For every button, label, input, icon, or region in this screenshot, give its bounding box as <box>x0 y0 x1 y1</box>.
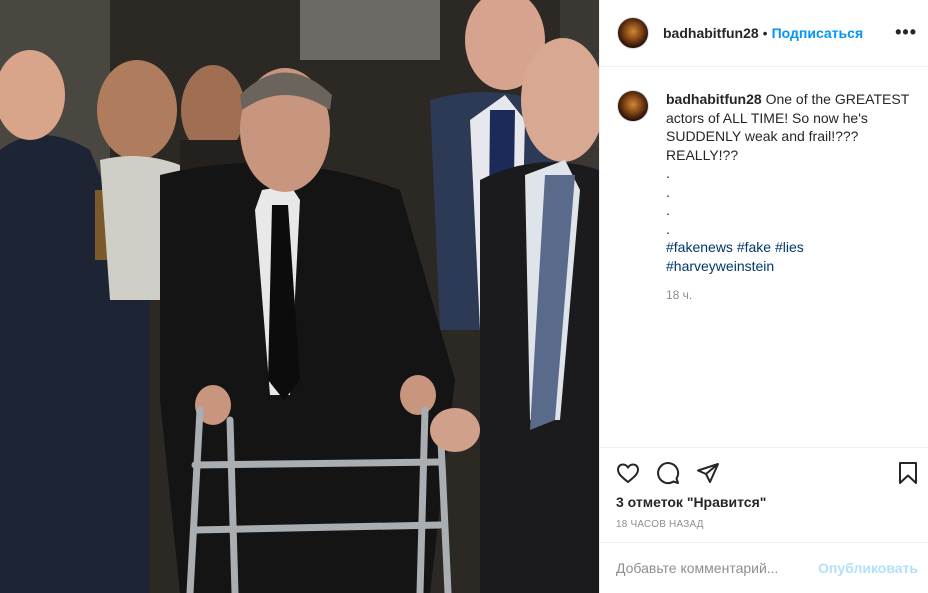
caption-text: badhabitfun28 One of the GREATEST actors… <box>666 90 911 305</box>
hashtag-link[interactable]: #fake <box>737 239 771 255</box>
caption-line-1: One of the GREATEST <box>765 91 910 107</box>
caption-time[interactable]: 18 ч. <box>666 286 911 305</box>
comment-icon[interactable] <box>656 461 680 485</box>
hashtag-link[interactable]: #lies <box>775 239 804 255</box>
hashtags-line-2: #harveyweinstein <box>666 257 911 276</box>
caption-dot: . <box>666 165 670 181</box>
username-link[interactable]: badhabitfun28 <box>663 25 759 41</box>
post-caption: badhabitfun28 One of the GREATEST actors… <box>617 90 917 305</box>
post-photo[interactable] <box>0 0 599 593</box>
follow-button[interactable]: Подписаться <box>772 25 864 41</box>
hashtags-line-1: #fakenews #fake #lies <box>666 238 911 257</box>
hashtag-link[interactable]: #fakenews <box>666 239 733 255</box>
post-header: badhabitfun28 • Подписаться ••• <box>600 0 928 67</box>
caption-dot: . <box>666 202 670 218</box>
comment-bar: Опубликовать <box>600 542 928 593</box>
comment-input[interactable] <box>616 560 816 576</box>
caption-line-3: SUDDENLY weak and frail!??? <box>666 128 859 144</box>
caption-dot: . <box>666 183 670 200</box>
post-details-panel: badhabitfun28 • Подписаться ••• badhabit… <box>599 0 928 593</box>
caption-username[interactable]: badhabitfun28 <box>666 91 762 107</box>
caption-line-4: REALLY!?? <box>666 146 739 163</box>
heart-icon[interactable] <box>616 461 640 485</box>
separator-dot: • <box>762 25 768 41</box>
bookmark-icon[interactable] <box>896 461 920 485</box>
photo-illustration <box>0 0 599 593</box>
more-options-icon[interactable]: ••• <box>895 22 917 43</box>
hashtag-link[interactable]: #harveyweinstein <box>666 258 774 274</box>
avatar[interactable] <box>617 17 649 49</box>
likes-count[interactable]: 3 отметок "Нравится" <box>616 494 766 510</box>
publish-button[interactable]: Опубликовать <box>818 560 918 576</box>
post-timestamp[interactable]: 18 ЧАСОВ НАЗАД <box>616 519 704 530</box>
action-icons <box>616 461 720 485</box>
caption-dot: . <box>666 220 670 237</box>
post-actions: 3 отметок "Нравится" 18 ЧАСОВ НАЗАД <box>600 447 928 542</box>
caption-avatar[interactable] <box>617 90 649 122</box>
share-icon[interactable] <box>696 461 720 485</box>
caption-line-2: actors of ALL TIME! So now he's <box>666 109 868 126</box>
